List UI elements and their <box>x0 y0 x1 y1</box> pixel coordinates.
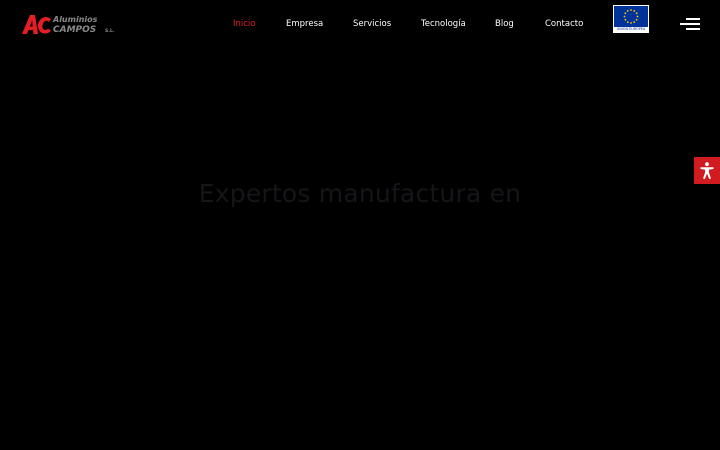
eu-flag-icon <box>614 6 648 27</box>
hamburger-menu-button[interactable] <box>680 16 700 31</box>
main-nav: Inicio Empresa Servicios Tecnología Blog… <box>0 18 720 30</box>
page: Aluminios CAMPOS S.L. Inicio Empresa Ser… <box>0 0 720 450</box>
hamburger-line-top <box>686 18 700 20</box>
hero-title: Expertos manufactura en <box>198 179 522 208</box>
eu-funding-badge[interactable]: UNIÓN EUROPEA <box>613 5 649 33</box>
accessibility-button[interactable] <box>694 157 720 184</box>
nav-item-inicio[interactable]: Inicio <box>233 18 256 30</box>
nav-item-empresa[interactable]: Empresa <box>286 18 323 30</box>
nav-item-contacto[interactable]: Contacto <box>545 18 583 30</box>
hamburger-line-middle <box>680 23 700 25</box>
nav-item-servicios[interactable]: Servicios <box>353 18 391 30</box>
eu-badge-caption: UNIÓN EUROPEA <box>616 27 646 31</box>
nav-item-tecnologia[interactable]: Tecnología <box>421 18 466 30</box>
accessibility-icon <box>700 162 714 180</box>
nav-item-blog[interactable]: Blog <box>495 18 514 30</box>
hamburger-line-bottom <box>686 28 700 30</box>
